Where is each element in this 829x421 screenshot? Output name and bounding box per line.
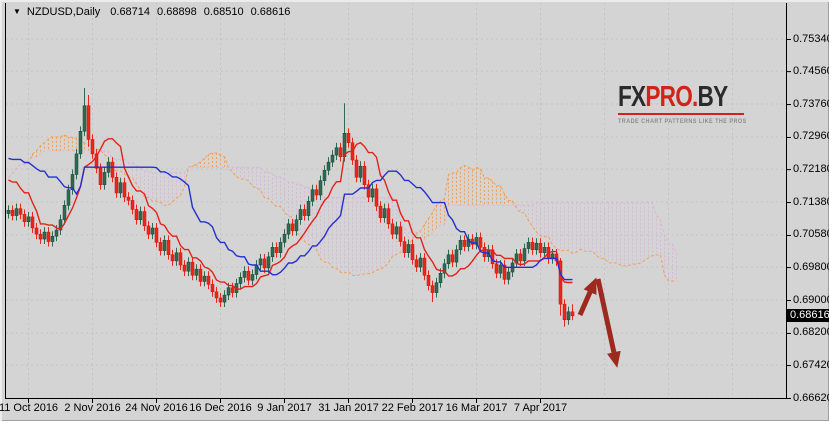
- chart-title: ▼ NZDUSD,Daily 0.68714 0.68898 0.68510 0…: [13, 6, 297, 18]
- date-axis-label: 24 Nov 2016: [125, 402, 188, 414]
- price-axis-label: 0.75340: [793, 32, 829, 45]
- logo-text-fx: FX: [618, 81, 646, 113]
- logo-text-pro: PRO.: [645, 81, 698, 113]
- chart-canvas[interactable]: [0, 0, 829, 421]
- low-value: 0.68510: [203, 6, 244, 18]
- fxpro-logo: FXPRO.BY TRADE CHART PATTERNS LIKE THE P…: [618, 83, 754, 125]
- price-axis-label: 0.72180: [793, 162, 829, 175]
- chart-window: ▼ NZDUSD,Daily 0.68714 0.68898 0.68510 0…: [0, 0, 829, 421]
- symbol-dropdown-triangle-icon: ▼: [13, 7, 21, 16]
- open-value: 0.68714: [110, 6, 151, 18]
- symbol-timeframe-label: NZDUSD,Daily: [26, 6, 101, 18]
- logo-text-by: BY: [697, 81, 729, 113]
- trend-arrow-up: [577, 277, 597, 317]
- tenkan-sen-line: [8, 138, 573, 290]
- logo-red-rule: [618, 113, 744, 115]
- logo-tagline: TRADE CHART PATTERNS LIKE THE PROS: [618, 118, 747, 125]
- kijun-sen-line: [8, 157, 573, 281]
- date-axis-label: 22 Feb 2017: [381, 402, 444, 414]
- trend-arrow-down: [595, 278, 621, 368]
- price-axis-label: 0.69000: [793, 293, 829, 306]
- price-axis-label: 0.68200: [793, 326, 829, 339]
- price-axis-label: 0.67420: [793, 358, 829, 371]
- date-axis-label: 11 Oct 2016: [0, 402, 59, 414]
- fxpro-logo-wordmark: FXPRO.BY: [618, 81, 728, 113]
- trend-arrows: [577, 277, 621, 368]
- price-axis-label: 0.74560: [793, 64, 829, 77]
- price-axis-label: 0.69800: [793, 260, 829, 273]
- date-axis-label: 9 Jan 2017: [257, 402, 312, 414]
- date-axis-label: 16 Mar 2017: [445, 402, 508, 414]
- price-axis-label: 0.66620: [793, 391, 829, 404]
- current-price-tag: 0.68616: [787, 308, 829, 322]
- date-axis-label: 2 Nov 2016: [64, 402, 121, 414]
- high-value: 0.68898: [157, 6, 197, 18]
- price-axis-label: 0.71380: [793, 195, 829, 208]
- date-axis-label: 31 Jan 2017: [318, 402, 379, 414]
- price-axis-label: 0.70580: [793, 228, 829, 241]
- price-axis-label: 0.72960: [793, 130, 829, 143]
- current-price-value: 0.68616: [790, 308, 829, 321]
- close-value: 0.68616: [250, 6, 291, 18]
- date-axis-label: 16 Dec 2016: [189, 402, 252, 414]
- price-axis-label: 0.73760: [793, 97, 829, 110]
- date-axis-label: 7 Apr 2017: [513, 402, 568, 414]
